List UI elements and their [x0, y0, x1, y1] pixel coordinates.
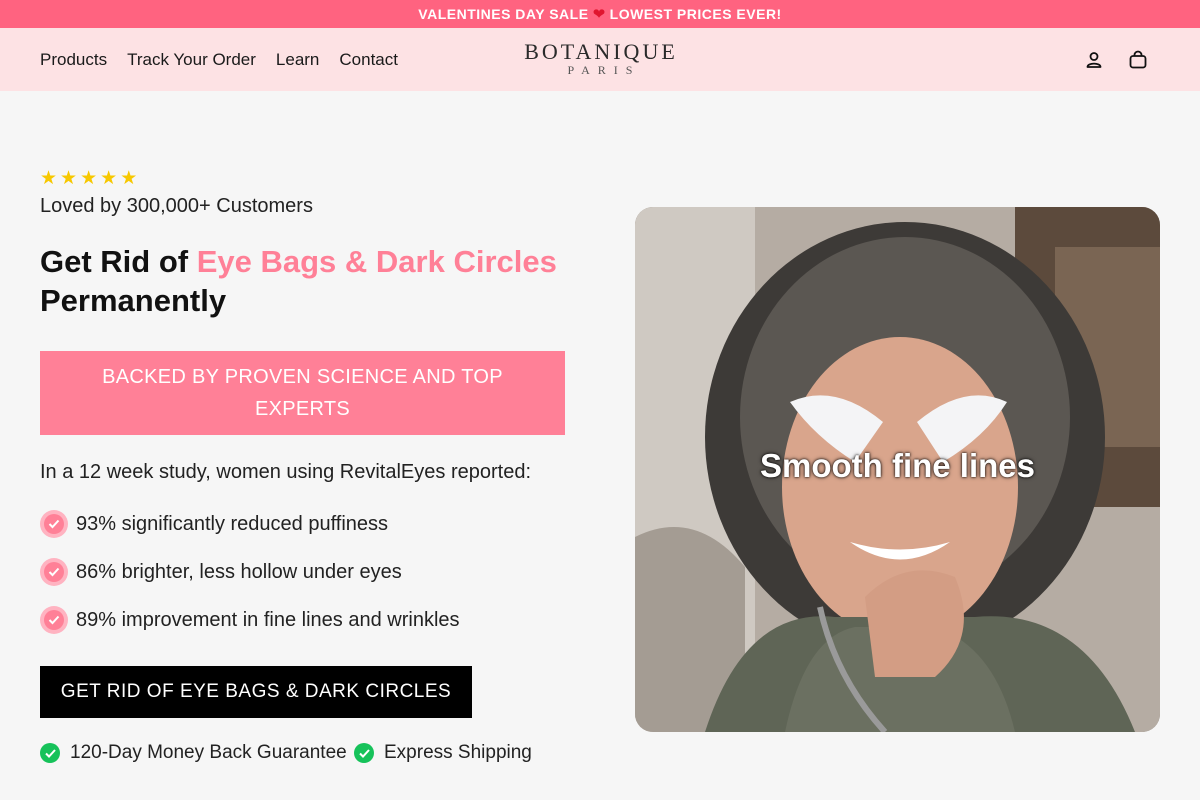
star-icon: ★ — [60, 168, 78, 189]
image-caption: Smooth fine lines — [759, 447, 1036, 484]
science-banner: BACKED BY PROVEN SCIENCE AND TOP EXPERTS — [40, 351, 565, 435]
guarantee-text: 120-Day Money Back Guarantee — [70, 742, 347, 763]
account-icon[interactable] — [1084, 50, 1104, 70]
result-bullet: 93% significantly reduced puffiness — [40, 510, 388, 538]
result-text: 93% significantly reduced puffiness — [76, 512, 389, 535]
main-nav: Products Track Your Order Learn Contact — [40, 28, 398, 91]
headline-start: Get Rid of — [40, 244, 197, 279]
logo-wordmark: BOTANIQUE — [524, 39, 678, 64]
guarantee-badge: 120-Day Money Back Guarantee — [40, 742, 347, 764]
heart-icon: ❤ — [592, 6, 606, 23]
check-icon — [40, 510, 68, 538]
brand-logo[interactable]: BOTANIQUE PARIS — [524, 39, 678, 78]
star-icon: ★ — [100, 168, 118, 189]
headline-end: Permanently — [40, 283, 227, 318]
star-icon: ★ — [80, 168, 98, 189]
headline-accent: Eye Bags & Dark Circles — [196, 244, 557, 279]
rating-stars: ★ ★ ★ ★ ★ — [40, 167, 137, 190]
announcement-text-end: LOWEST PRICES EVER! — [609, 6, 782, 22]
result-text: 86% brighter, less hollow under eyes — [76, 560, 402, 583]
shipping-text: Express Shipping — [384, 742, 532, 763]
nav-products[interactable]: Products — [40, 50, 107, 70]
hero-video-image[interactable]: Smooth fine lines — [635, 207, 1160, 732]
announcement-text-start: VALENTINES DAY SALE — [418, 6, 589, 22]
customer-count: Loved by 300,000+ Customers — [40, 195, 313, 217]
hero-headline: Get Rid of Eye Bags & Dark Circles Perma… — [40, 242, 600, 320]
site-header: Products Track Your Order Learn Contact … — [0, 28, 1200, 91]
nav-contact[interactable]: Contact — [339, 50, 398, 70]
check-circle-icon — [354, 743, 374, 763]
result-bullet: 89% improvement in fine lines and wrinkl… — [40, 606, 460, 634]
check-icon — [40, 558, 68, 586]
cart-icon[interactable] — [1128, 50, 1148, 70]
shop-now-button[interactable]: GET RID OF EYE BAGS & DARK CIRCLES — [40, 666, 472, 718]
check-icon — [40, 606, 68, 634]
check-circle-icon — [40, 743, 60, 763]
result-bullet: 86% brighter, less hollow under eyes — [40, 558, 402, 586]
study-intro: In a 12 week study, women using RevitalE… — [40, 461, 531, 483]
result-text: 89% improvement in fine lines and wrinkl… — [76, 608, 460, 631]
star-icon: ★ — [120, 168, 138, 189]
nav-track-order[interactable]: Track Your Order — [127, 50, 256, 70]
nav-learn[interactable]: Learn — [276, 50, 319, 70]
shipping-badge: Express Shipping — [354, 742, 532, 764]
star-icon: ★ — [40, 168, 58, 189]
logo-subtitle: PARIS — [567, 63, 641, 77]
announcement-bar: VALENTINES DAY SALE ❤ LOWEST PRICES EVER… — [0, 0, 1200, 28]
